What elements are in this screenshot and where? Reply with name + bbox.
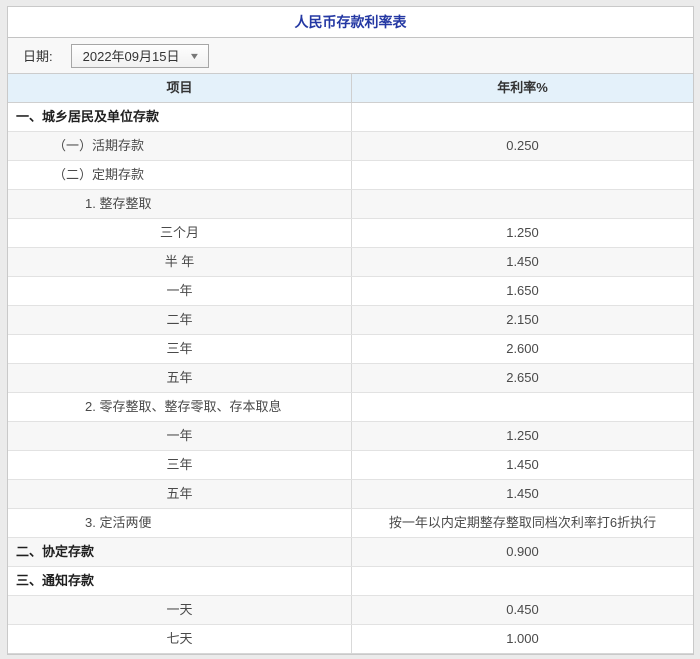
table-row: （二）定期存款 <box>8 161 693 190</box>
row-value <box>352 393 693 421</box>
page-background: 人民币存款利率表 日期: 2022年09月15日 ▼ 项目 年利率% 一、城乡居… <box>0 0 700 659</box>
table-row: （一）活期存款0.250 <box>8 132 693 161</box>
table-row: 2. 零存整取、整存零取、存本取息 <box>8 393 693 422</box>
table-row: 一天0.450 <box>8 596 693 625</box>
table-row: 七天1.000 <box>8 625 693 654</box>
row-value <box>352 190 693 218</box>
row-value: 1.650 <box>352 277 693 305</box>
column-header-rate: 年利率% <box>352 74 693 102</box>
row-value: 0.900 <box>352 538 693 566</box>
row-label: 一、城乡居民及单位存款 <box>8 103 352 131</box>
row-label: 三个月 <box>8 219 352 247</box>
row-value <box>352 567 693 595</box>
row-label: 三年 <box>8 451 352 479</box>
table-row: 五年2.650 <box>8 364 693 393</box>
row-label: 一年 <box>8 277 352 305</box>
table-row: 半 年1.450 <box>8 248 693 277</box>
date-dropdown[interactable]: 2022年09月15日 ▼ <box>71 44 209 68</box>
table-row: 3. 定活两便按一年以内定期整存整取同档次利率打6折执行 <box>8 509 693 538</box>
row-label: 五年 <box>8 364 352 392</box>
row-value: 2.150 <box>352 306 693 334</box>
table-row: 二年2.150 <box>8 306 693 335</box>
row-label: 三年 <box>8 335 352 363</box>
row-value <box>352 161 693 189</box>
row-label: 五年 <box>8 480 352 508</box>
date-label: 日期: <box>23 46 53 65</box>
row-label: 半 年 <box>8 248 352 276</box>
row-value: 1.250 <box>352 219 693 247</box>
row-value: 1.450 <box>352 451 693 479</box>
table-row: 一年1.250 <box>8 422 693 451</box>
row-value: 1.450 <box>352 248 693 276</box>
row-label: 二、协定存款 <box>8 538 352 566</box>
row-value: 0.450 <box>352 596 693 624</box>
table-row: 一、城乡居民及单位存款 <box>8 103 693 132</box>
table-row: 三、通知存款 <box>8 567 693 596</box>
date-toolbar: 日期: 2022年09月15日 ▼ <box>8 38 693 74</box>
row-value: 0.250 <box>352 132 693 160</box>
row-label: 七天 <box>8 625 352 653</box>
row-label: （一）活期存款 <box>8 132 352 160</box>
row-value: 1.450 <box>352 480 693 508</box>
row-label: 1. 整存整取 <box>8 190 352 218</box>
row-label: 3. 定活两便 <box>8 509 352 537</box>
chevron-down-icon: ▼ <box>188 51 200 61</box>
table-row: 1. 整存整取 <box>8 190 693 219</box>
row-label: 2. 零存整取、整存零取、存本取息 <box>8 393 352 421</box>
row-value: 1.000 <box>352 625 693 653</box>
page-title: 人民币存款利率表 <box>8 7 693 38</box>
row-value: 按一年以内定期整存整取同档次利率打6折执行 <box>352 509 693 537</box>
row-value: 1.250 <box>352 422 693 450</box>
row-label: 一天 <box>8 596 352 624</box>
row-label: 一年 <box>8 422 352 450</box>
table-row: 三年2.600 <box>8 335 693 364</box>
rate-table-panel: 人民币存款利率表 日期: 2022年09月15日 ▼ 项目 年利率% 一、城乡居… <box>7 6 694 655</box>
table-row: 五年1.450 <box>8 480 693 509</box>
rate-table-body: 一、城乡居民及单位存款（一）活期存款0.250（二）定期存款1. 整存整取三个月… <box>8 103 693 654</box>
table-header-row: 项目 年利率% <box>8 74 693 103</box>
row-label: （二）定期存款 <box>8 161 352 189</box>
row-value: 2.650 <box>352 364 693 392</box>
table-row: 三年1.450 <box>8 451 693 480</box>
date-dropdown-value: 2022年09月15日 <box>83 46 180 65</box>
table-row: 一年1.650 <box>8 277 693 306</box>
row-label: 二年 <box>8 306 352 334</box>
row-value <box>352 103 693 131</box>
row-value: 2.600 <box>352 335 693 363</box>
table-row: 三个月1.250 <box>8 219 693 248</box>
row-label: 三、通知存款 <box>8 567 352 595</box>
table-row: 二、协定存款0.900 <box>8 538 693 567</box>
column-header-item: 项目 <box>8 74 352 102</box>
